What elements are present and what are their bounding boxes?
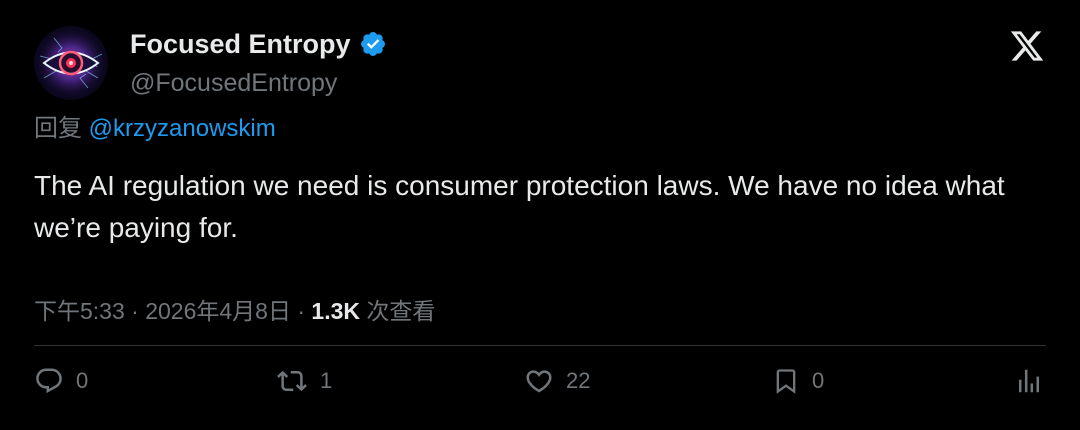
- bookmark-icon: [776, 369, 796, 394]
- eye-avatar-icon: [35, 27, 107, 99]
- reply-prefix: 回复: [34, 115, 82, 142]
- author-handle[interactable]: @FocusedEntropy: [130, 66, 337, 100]
- reply-to-link[interactable]: @krzyzanowskim: [89, 115, 276, 142]
- reply-button[interactable]: 0: [34, 364, 88, 398]
- like-button[interactable]: 22: [524, 364, 590, 398]
- author-display-name[interactable]: Focused Entropy: [130, 26, 351, 62]
- analytics-button[interactable]: [1014, 364, 1044, 398]
- x-logo-icon[interactable]: [1008, 28, 1046, 64]
- reply-count: 0: [76, 368, 89, 393]
- divider: [34, 345, 1046, 346]
- views-count: 1.3K: [311, 298, 361, 324]
- reply-icon: [36, 368, 62, 394]
- tweet-text: The AI regulation we need is consumer pr…: [34, 170, 1005, 243]
- like-count: 22: [566, 368, 591, 393]
- tweet-time[interactable]: 下午5:33: [34, 298, 125, 324]
- reply-context: 回复 @krzyzanowskim: [34, 112, 276, 146]
- avatar[interactable]: [34, 26, 108, 100]
- repost-button[interactable]: 1: [276, 364, 332, 398]
- tweet-date[interactable]: 2026年4月8日: [145, 298, 291, 324]
- meta-separator-2: ·: [297, 298, 306, 324]
- repost-count: 1: [320, 368, 333, 393]
- bookmark-button[interactable]: 0: [772, 364, 824, 398]
- verified-badge-icon[interactable]: [359, 30, 387, 58]
- heart-icon: [526, 370, 552, 393]
- views-label: 次查看: [366, 298, 436, 324]
- bookmark-count: 0: [812, 368, 825, 393]
- meta-separator: ·: [131, 298, 139, 324]
- tweet-meta: 下午5:33 · 2026年4月8日 · 1.3K 次查看: [34, 294, 435, 328]
- repost-icon: [277, 370, 307, 392]
- analytics-icon: [1019, 369, 1039, 393]
- author-name-row[interactable]: Focused Entropy: [130, 26, 387, 62]
